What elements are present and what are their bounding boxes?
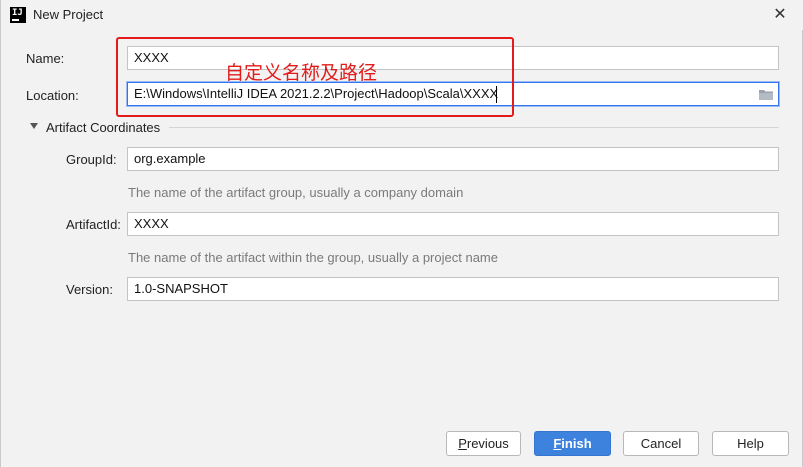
version-field[interactable]: 1.0-SNAPSHOT [127,277,779,301]
new-project-dialog: IJ New Project ✕ Name: XXXX Location: E:… [0,0,803,467]
intellij-icon: IJ [10,7,26,23]
name-label: Name: [26,51,65,66]
artifactid-hint: The name of the artifact within the grou… [128,250,498,265]
collapse-arrow-icon[interactable] [30,123,38,129]
previous-mnemonic: P [458,436,467,451]
finish-button[interactable]: Finish [534,431,611,456]
close-icon[interactable]: ✕ [769,4,791,26]
annotation-text: 自定义名称及路径 [225,62,378,84]
version-label: Version: [66,282,113,297]
artifactid-label: ArtifactId: [66,217,121,232]
artifact-coordinates-title[interactable]: Artifact Coordinates [46,120,160,135]
cancel-button[interactable]: Cancel [623,431,699,456]
finish-label: inish [561,436,592,451]
groupid-field[interactable]: org.example [127,147,779,171]
groupid-label: GroupId: [66,152,117,167]
groupid-hint: The name of the artifact group, usually … [128,185,464,200]
folder-icon[interactable] [758,88,774,101]
section-divider [169,127,779,128]
location-label: Location: [26,88,79,103]
artifactid-field[interactable]: XXXX [127,212,779,236]
previous-label: revious [466,436,509,451]
title-bar: IJ New Project ✕ [1,0,803,30]
window-title: New Project [33,7,104,22]
previous-button[interactable]: Previous [446,431,521,456]
help-button[interactable]: Help [712,431,789,456]
